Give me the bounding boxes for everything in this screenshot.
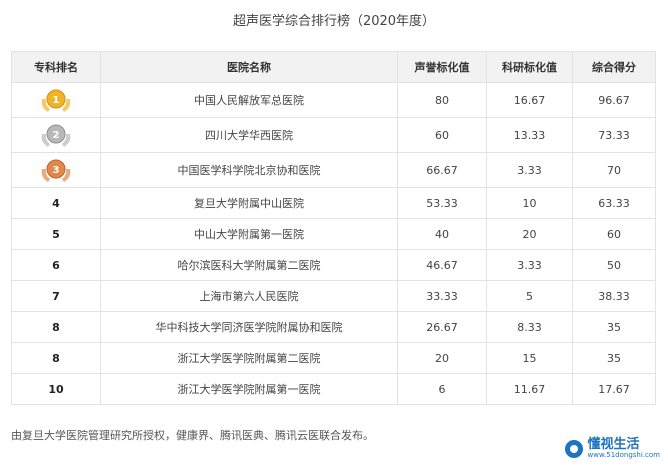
header-rank: 专科排名 (11, 51, 101, 83)
cell-research: 3.33 (486, 249, 573, 281)
table-row: 3 中国医学科学院北京协和医院 66.67 3.33 70 (11, 152, 656, 188)
table-body: 1 中国人民解放军总医院 80 16.67 96.67 2 四川大学华西医院 60 13.33 7… (11, 82, 656, 405)
table-row: 8 华中科技大学同济医学院附属协和医院 26.67 8.33 35 (11, 311, 656, 343)
cell-rank: 1 (11, 82, 101, 118)
header-research: 科研标化值 (486, 51, 573, 83)
rank-number: 8 (52, 320, 60, 334)
cell-total: 35 (572, 342, 656, 374)
cell-reputation: 40 (397, 218, 487, 250)
cell-research: 16.67 (486, 82, 573, 118)
table-row: 10 浙江大学医学院附属第一医院 6 11.67 17.67 (11, 373, 656, 405)
cell-hospital: 四川大学华西医院 (100, 117, 398, 153)
cell-reputation: 60 (397, 117, 487, 153)
cell-total: 60 (572, 218, 656, 250)
cell-total: 70 (572, 152, 656, 188)
cell-hospital: 浙江大学医学院附属第一医院 (100, 373, 398, 405)
watermark-text: 懂视生活 (587, 437, 640, 453)
cell-hospital: 浙江大学医学院附属第二医院 (100, 342, 398, 374)
cell-research: 8.33 (486, 311, 573, 343)
table-row: 2 四川大学华西医院 60 13.33 73.33 (11, 117, 656, 153)
cell-hospital: 复旦大学附属中山医院 (100, 187, 398, 219)
cell-total: 50 (572, 249, 656, 281)
cell-reputation: 80 (397, 82, 487, 118)
cell-rank: 8 (11, 311, 101, 343)
medal-rank-number: 3 (53, 165, 60, 176)
rank-number: 10 (48, 382, 64, 396)
cell-research: 10 (486, 187, 573, 219)
cell-research: 15 (486, 342, 573, 374)
cell-total: 38.33 (572, 280, 656, 312)
table-header-row: 专科排名 医院名称 声誉标化值 科研标化值 综合得分 (11, 51, 656, 83)
cell-hospital: 中国人民解放军总医院 (100, 82, 398, 118)
cell-total: 17.67 (572, 373, 656, 405)
rank-number: 7 (52, 289, 60, 303)
cell-rank: 8 (11, 342, 101, 374)
cell-reputation: 33.33 (397, 280, 487, 312)
watermark: 懂视生活 www.51dongshi.com (564, 437, 660, 460)
table-row: 7 上海市第六人民医院 33.33 5 38.33 (11, 280, 656, 312)
cell-research: 3.33 (486, 152, 573, 188)
cell-research: 11.67 (486, 373, 573, 405)
cell-research: 5 (486, 280, 573, 312)
watermark-logo-icon (564, 440, 583, 458)
silver-medal-icon: 2 (41, 124, 71, 147)
header-reputation: 声誉标化值 (397, 51, 487, 83)
table-row: 4 复旦大学附属中山医院 53.33 10 63.33 (11, 187, 656, 219)
footnote: 由复旦大学医院管理研究所授权，健康界、腾讯医典、腾讯云医联合发布。 (11, 429, 374, 442)
watermark-url: www.51dongshi.com (587, 451, 660, 460)
cell-hospital: 中山大学附属第一医院 (100, 218, 398, 250)
bronze-medal-icon: 3 (41, 159, 71, 182)
cell-reputation: 66.67 (397, 152, 487, 188)
gold-medal-icon: 1 (41, 89, 71, 112)
cell-total: 96.67 (572, 82, 656, 118)
cell-total: 63.33 (572, 187, 656, 219)
rank-number: 5 (52, 227, 60, 241)
cell-rank: 7 (11, 280, 101, 312)
cell-total: 35 (572, 311, 656, 343)
cell-rank: 6 (11, 249, 101, 281)
table-row: 6 哈尔滨医科大学附属第二医院 46.67 3.33 50 (11, 249, 656, 281)
page-title: 超声医学综合排行榜（2020年度） (232, 14, 436, 29)
rank-number: 6 (52, 258, 60, 272)
cell-rank: 4 (11, 187, 101, 219)
cell-hospital: 华中科技大学同济医学院附属协和医院 (100, 311, 398, 343)
cell-research: 20 (486, 218, 573, 250)
header-hospital: 医院名称 (100, 51, 398, 83)
table-row: 5 中山大学附属第一医院 40 20 60 (11, 218, 656, 250)
table-row: 8 浙江大学医学院附属第二医院 20 15 35 (11, 342, 656, 374)
ranking-table: 专科排名 医院名称 声誉标化值 科研标化值 综合得分 1 中国人民解放军总医院 80… (11, 51, 656, 405)
cell-hospital: 上海市第六人民医院 (100, 280, 398, 312)
cell-reputation: 26.67 (397, 311, 487, 343)
header-total: 综合得分 (572, 51, 656, 83)
cell-rank: 10 (11, 373, 101, 405)
cell-reputation: 20 (397, 342, 487, 374)
rank-number: 8 (52, 351, 60, 365)
table-row: 1 中国人民解放军总医院 80 16.67 96.67 (11, 82, 656, 118)
rank-number: 4 (52, 196, 60, 210)
cell-rank: 3 (11, 152, 101, 188)
cell-total: 73.33 (572, 117, 656, 153)
cell-reputation: 46.67 (397, 249, 487, 281)
cell-research: 13.33 (486, 117, 573, 153)
cell-rank: 2 (11, 117, 101, 153)
cell-reputation: 53.33 (397, 187, 487, 219)
cell-rank: 5 (11, 218, 101, 250)
cell-hospital: 中国医学科学院北京协和医院 (100, 152, 398, 188)
cell-hospital: 哈尔滨医科大学附属第二医院 (100, 249, 398, 281)
medal-rank-number: 2 (53, 130, 60, 141)
medal-rank-number: 1 (53, 95, 60, 106)
cell-reputation: 6 (397, 373, 487, 405)
